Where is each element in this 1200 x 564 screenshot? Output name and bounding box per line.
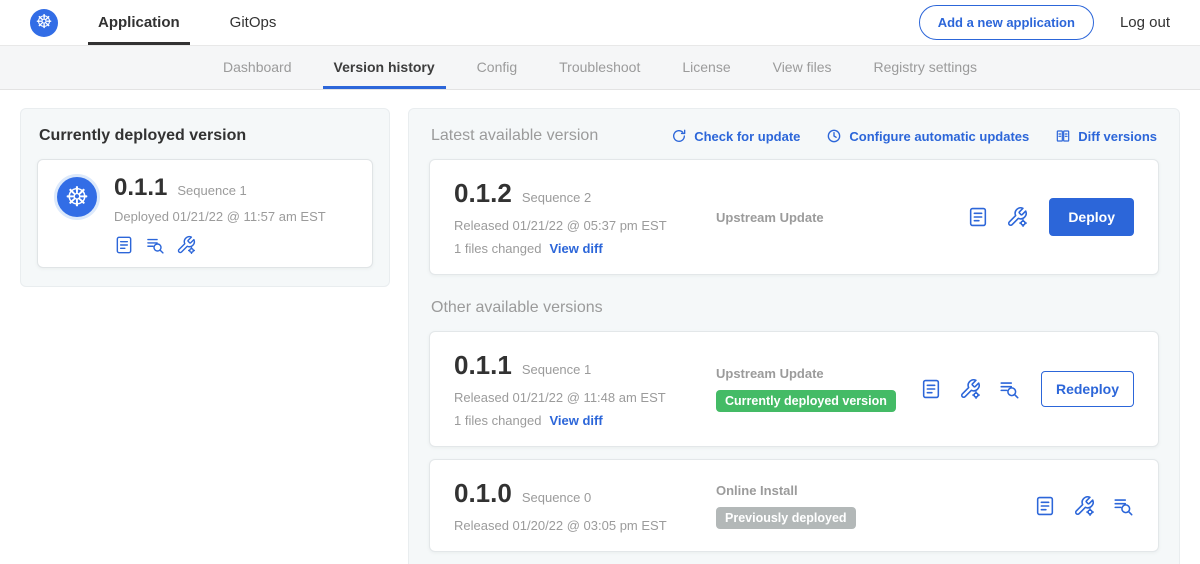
version-actions [1034,495,1134,517]
subnav-item-version-history[interactable]: Version history [313,46,456,89]
release-notes-icon[interactable] [1034,495,1056,517]
subnav-item-troubleshoot[interactable]: Troubleshoot [538,46,661,89]
files-changed-count: 1 files changed [454,413,541,428]
version-card-0-1-2: 0.1.2 Sequence 2 Released 01/21/22 @ 05:… [429,159,1159,275]
files-changed-count: 1 files changed [454,241,541,256]
add-application-button[interactable]: Add a new application [919,5,1094,40]
deployed-action-icons [114,235,356,255]
previously-deployed-badge: Previously deployed [716,507,856,529]
version-number: 0.1.0 [454,478,512,509]
version-line: 0.1.1 Sequence 1 [454,350,704,381]
redeploy-button[interactable]: Redeploy [1041,371,1134,407]
subnav-item-registry-settings[interactable]: Registry settings [853,46,998,89]
released-timestamp: Released 01/21/22 @ 11:48 am EST [454,390,704,405]
check-for-update-label: Check for update [694,129,800,144]
tab-application-label: Application [98,14,180,31]
other-available-title: Other available versions [431,299,1157,317]
files-changed-line: 1 files changed View diff [454,241,704,256]
version-actions: Redeploy [920,371,1134,407]
deployed-version-line: 0.1.1 Sequence 1 [114,174,356,202]
subnav-item-config[interactable]: Config [456,46,538,89]
top-tabs: Application GitOps [94,0,322,45]
version-number: 0.1.2 [454,178,512,209]
diff-versions-label: Diff versions [1078,129,1157,144]
version-line: 0.1.0 Sequence 0 [454,478,704,509]
deployed-panel-title: Currently deployed version [39,127,373,145]
version-info: 0.1.0 Sequence 0 Released 01/20/22 @ 03:… [454,478,704,533]
subnav-item-license[interactable]: License [661,46,751,89]
version-source: Upstream Update [704,210,967,225]
sequence-label: Sequence 2 [522,190,591,205]
config-icon[interactable] [1006,206,1028,228]
main-content: Currently deployed version ☸ 0.1.1 Seque… [0,90,1200,564]
header-actions: Check for update Configure automatic upd… [671,128,1157,144]
refresh-icon [671,128,687,144]
subnav-item-view-files[interactable]: View files [752,46,853,89]
view-diff-link[interactable]: View diff [549,241,602,256]
kubernetes-logo-icon: ☸ [30,9,58,37]
deployed-version-info: 0.1.1 Sequence 1 Deployed 01/21/22 @ 11:… [114,174,356,255]
version-source: Online Install Previously deployed [704,483,1034,529]
version-card-0-1-1: 0.1.1 Sequence 1 Released 01/21/22 @ 11:… [429,331,1159,447]
view-diff-link[interactable]: View diff [549,413,602,428]
source-label: Online Install [716,483,1034,498]
kubernetes-wheel-glyph: ☸ [65,184,89,211]
app-subnav: Dashboard Version history Config Trouble… [0,46,1200,90]
kubernetes-logo-icon: ☸ [54,174,100,220]
configure-automatic-updates-button[interactable]: Configure automatic updates [826,128,1029,144]
released-timestamp: Released 01/21/22 @ 05:37 pm EST [454,218,704,233]
tab-application[interactable]: Application [94,0,184,45]
tab-gitops-label: GitOps [230,14,277,31]
config-icon[interactable] [176,235,196,255]
latest-available-title: Latest available version [431,127,598,145]
deploy-button[interactable]: Deploy [1049,198,1134,236]
deployed-version-card: ☸ 0.1.1 Sequence 1 Deployed 01/21/22 @ 1… [37,159,373,268]
available-versions-panel: Latest available version Check for updat… [408,108,1180,564]
view-diff-icon[interactable] [1112,495,1134,517]
kubernetes-wheel-glyph: ☸ [35,13,52,32]
logout-link[interactable]: Log out [1120,14,1170,31]
deployed-timestamp: Deployed 01/21/22 @ 11:57 am EST [114,209,356,224]
currently-deployed-panel: Currently deployed version ☸ 0.1.1 Seque… [20,108,390,287]
currently-deployed-badge: Currently deployed version [716,390,896,412]
view-diff-icon[interactable] [145,235,165,255]
release-notes-icon[interactable] [920,378,942,400]
configure-automatic-updates-label: Configure automatic updates [849,129,1029,144]
version-number: 0.1.1 [454,350,512,381]
release-notes-icon[interactable] [114,235,134,255]
top-bar: ☸ Application GitOps Add a new applicati… [0,0,1200,46]
source-label: Upstream Update [716,366,920,381]
config-icon[interactable] [959,378,981,400]
version-actions: Deploy [967,198,1134,236]
files-changed-line: 1 files changed View diff [454,413,704,428]
sequence-label: Sequence 1 [522,362,591,377]
released-timestamp: Released 01/20/22 @ 03:05 pm EST [454,518,704,533]
config-icon[interactable] [1073,495,1095,517]
tab-gitops[interactable]: GitOps [226,0,281,45]
version-info: 0.1.1 Sequence 1 Released 01/21/22 @ 11:… [454,350,704,428]
sequence-label: Sequence 0 [522,490,591,505]
release-notes-icon[interactable] [967,206,989,228]
diff-versions-button[interactable]: Diff versions [1055,128,1157,144]
available-panel-header: Latest available version Check for updat… [431,127,1157,145]
version-card-0-1-0: 0.1.0 Sequence 0 Released 01/20/22 @ 03:… [429,459,1159,552]
clock-icon [826,128,842,144]
version-line: 0.1.2 Sequence 2 [454,178,704,209]
deployed-version-number: 0.1.1 [114,174,167,202]
version-source: Upstream Update Currently deployed versi… [704,366,920,412]
check-for-update-button[interactable]: Check for update [671,128,800,144]
view-diff-icon[interactable] [998,378,1020,400]
source-label: Upstream Update [716,210,967,225]
split-diff-icon [1055,128,1071,144]
subnav-item-dashboard[interactable]: Dashboard [202,46,313,89]
deployed-sequence-label: Sequence 1 [177,183,246,198]
version-info: 0.1.2 Sequence 2 Released 01/21/22 @ 05:… [454,178,704,256]
